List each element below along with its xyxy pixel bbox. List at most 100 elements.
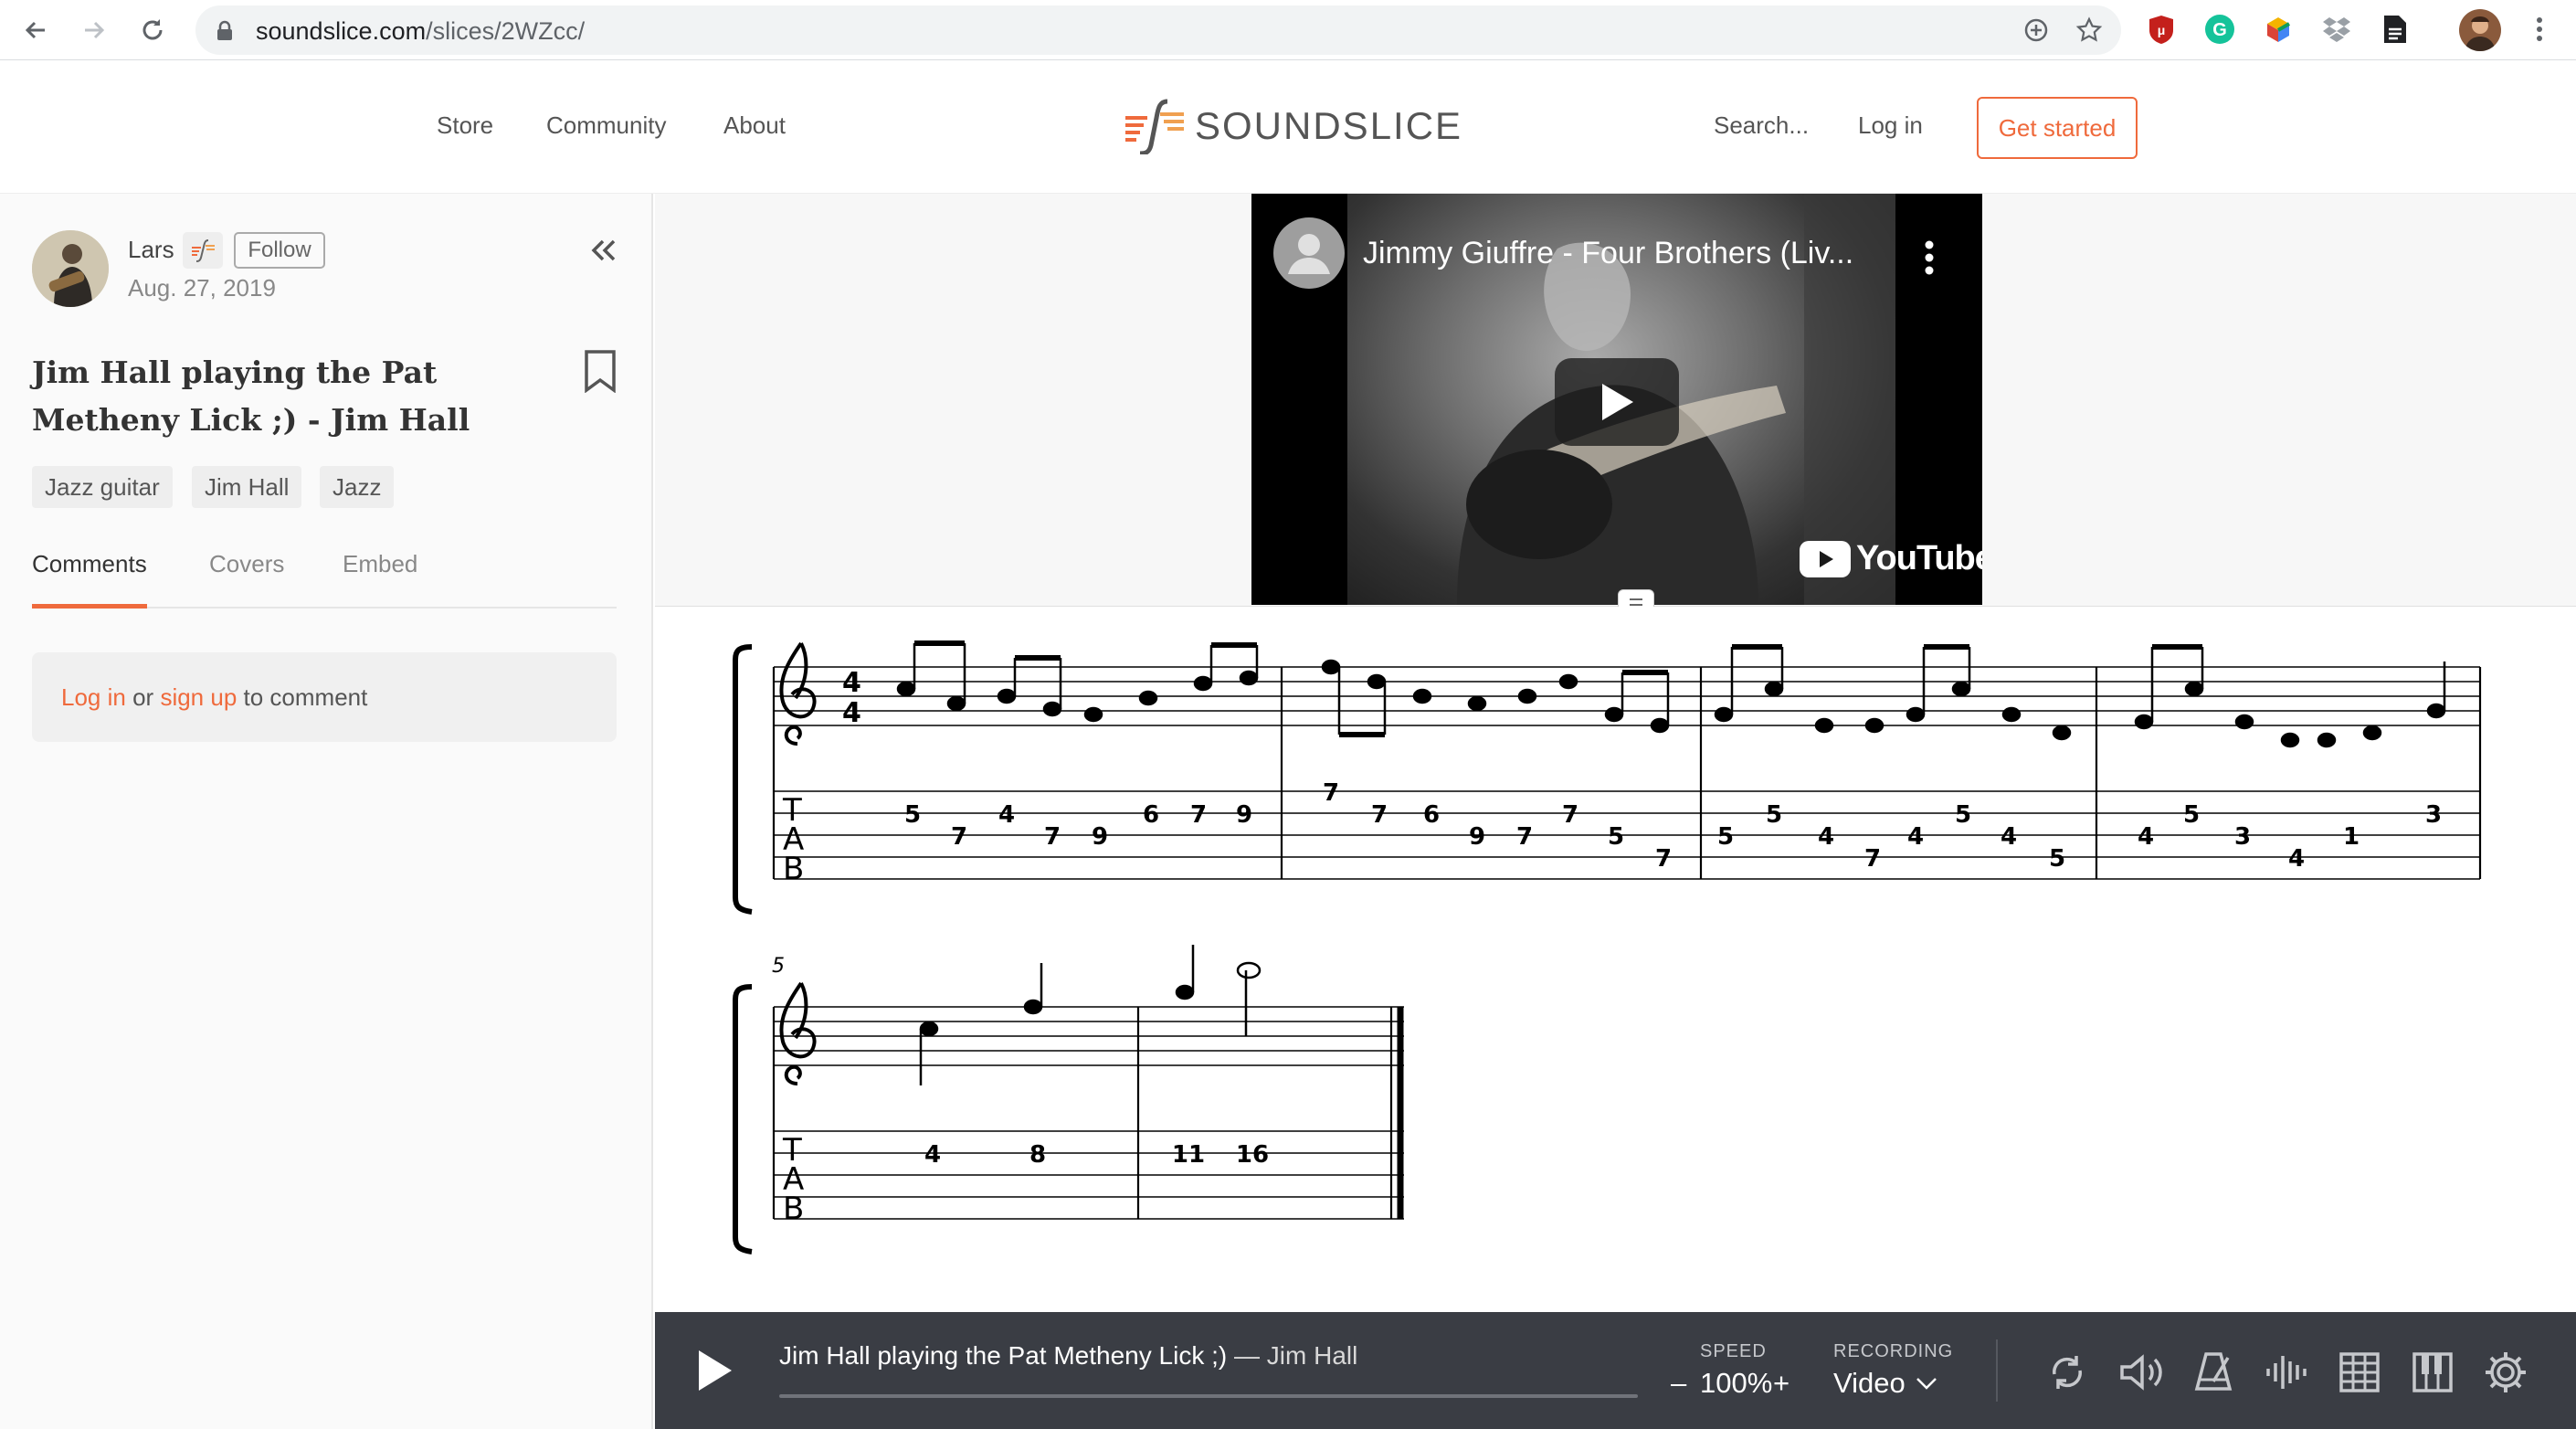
play-icon[interactable] bbox=[695, 1347, 735, 1394]
speed-label: SPEED bbox=[1700, 1341, 1767, 1361]
svg-text:7: 7 bbox=[1516, 823, 1533, 851]
slice-title: Jim Hall playing the Pat Metheny Lick ;)… bbox=[32, 355, 470, 438]
svg-text:11: 11 bbox=[1172, 1141, 1205, 1169]
tab-embed[interactable]: Embed bbox=[343, 550, 417, 607]
speed-plus-button[interactable]: + bbox=[1773, 1367, 1789, 1400]
youtube-wordmark: YouTube bbox=[1856, 539, 1982, 577]
svg-text:5: 5 bbox=[1766, 801, 1782, 829]
video-title[interactable]: Jimmy Giuffre - Four Brothers (Liv... bbox=[1363, 236, 1853, 271]
collapse-sidebar-icon[interactable] bbox=[585, 232, 621, 269]
comment-login-link[interactable]: Log in bbox=[61, 683, 126, 711]
piano-keyboard-icon[interactable] bbox=[2407, 1347, 2458, 1398]
post-date: Aug. 27, 2019 bbox=[128, 274, 276, 302]
bookmark-icon[interactable] bbox=[583, 349, 618, 393]
soundslice-logo[interactable]: SOUNDSLICE bbox=[1124, 97, 1462, 155]
author-name[interactable]: Lars bbox=[128, 236, 174, 264]
svg-text:4: 4 bbox=[842, 697, 861, 729]
speed-value[interactable]: 100% bbox=[1700, 1367, 1772, 1400]
svg-text:7: 7 bbox=[1371, 801, 1388, 829]
ublock-extension-icon[interactable]: μ bbox=[2145, 13, 2178, 46]
soundslice-badge-icon bbox=[183, 232, 223, 269]
speed-minus-button[interactable]: – bbox=[1671, 1367, 1686, 1400]
follow-button[interactable]: Follow bbox=[234, 232, 325, 269]
nav-about[interactable]: About bbox=[723, 111, 786, 140]
notation-score[interactable]: 44 T A B 5 7 4 7 9 6 7 9 7 7 6 9 7 7 5 7… bbox=[655, 607, 2576, 1312]
fretboard-icon[interactable] bbox=[2334, 1347, 2385, 1398]
youtube-logo[interactable]: YouTube bbox=[1800, 539, 1982, 578]
svg-text:5: 5 bbox=[1717, 823, 1734, 851]
comment-or-text: or bbox=[132, 683, 154, 711]
svg-text:B: B bbox=[783, 1191, 804, 1227]
nav-community[interactable]: Community bbox=[546, 111, 666, 140]
tab-covers[interactable]: Covers bbox=[209, 550, 284, 607]
comment-signup-link[interactable]: sign up bbox=[160, 683, 237, 711]
kebab-menu-icon[interactable] bbox=[2523, 13, 2556, 46]
tag-jazz[interactable]: Jazz bbox=[320, 466, 395, 508]
svg-text:4: 4 bbox=[924, 1141, 941, 1169]
site-header: Store Community About SOUNDSLICE Search.… bbox=[0, 60, 2576, 194]
video-more-icon[interactable] bbox=[1924, 239, 1935, 276]
svg-text:7: 7 bbox=[1864, 845, 1881, 873]
colorful-extension-icon[interactable] bbox=[2262, 13, 2295, 46]
svg-text:4: 4 bbox=[1907, 823, 1924, 851]
document-extension-icon[interactable] bbox=[2379, 13, 2412, 46]
svg-text:5: 5 bbox=[1955, 801, 1971, 829]
youtube-video[interactable]: Jimmy Giuffre - Four Brothers (Liv... Yo… bbox=[1251, 194, 1982, 605]
sidebar: Lars Follow Aug. 27, 2019 Jim Hall playi… bbox=[0, 194, 653, 1429]
progress-bar[interactable] bbox=[779, 1394, 1638, 1398]
svg-text:G: G bbox=[2212, 20, 2227, 40]
grammarly-extension-icon[interactable]: G bbox=[2203, 13, 2236, 46]
player-separator: — bbox=[1227, 1341, 1267, 1370]
tab-clef-row2: TAB bbox=[782, 1132, 804, 1227]
author-avatar[interactable] bbox=[32, 230, 109, 307]
get-started-button[interactable]: Get started bbox=[1977, 97, 2138, 159]
loop-icon[interactable] bbox=[2042, 1347, 2093, 1398]
svg-text:4: 4 bbox=[2001, 823, 2017, 851]
treble-clef-icon bbox=[779, 641, 817, 746]
svg-text:μ: μ bbox=[2158, 23, 2166, 37]
nav-store[interactable]: Store bbox=[437, 111, 493, 140]
channel-avatar-icon[interactable] bbox=[1273, 217, 1345, 289]
logo-wordmark: SOUNDSLICE bbox=[1195, 104, 1463, 147]
settings-gear-icon[interactable] bbox=[2480, 1347, 2531, 1398]
chevron-down-icon[interactable] bbox=[1916, 1376, 1937, 1391]
recording-select[interactable]: Video bbox=[1833, 1367, 1906, 1400]
metronome-icon[interactable] bbox=[2188, 1347, 2239, 1398]
svg-text:4: 4 bbox=[842, 667, 861, 699]
install-icon[interactable] bbox=[2022, 16, 2050, 44]
soundslice-logo-icon bbox=[1125, 99, 1184, 154]
search-link[interactable]: Search... bbox=[1714, 111, 1809, 140]
svg-text:7: 7 bbox=[951, 823, 967, 851]
svg-text:5: 5 bbox=[2049, 845, 2065, 873]
svg-text:16: 16 bbox=[1236, 1141, 1269, 1169]
login-link[interactable]: Log in bbox=[1858, 111, 1923, 140]
tab-comments[interactable]: Comments bbox=[32, 550, 147, 609]
notes-row2 bbox=[919, 945, 1262, 1085]
browser-toolbar: soundslice.com/slices/2WZcc/ μ G bbox=[0, 0, 2576, 60]
player-divider bbox=[1996, 1339, 1998, 1402]
profile-avatar-icon[interactable] bbox=[2459, 9, 2501, 51]
tag-jazz-guitar[interactable]: Jazz guitar bbox=[32, 466, 173, 508]
svg-text:9: 9 bbox=[1236, 801, 1252, 829]
address-bar[interactable]: soundslice.com/slices/2WZcc/ bbox=[195, 5, 2121, 55]
video-play-button[interactable] bbox=[1555, 358, 1679, 446]
lock-icon bbox=[217, 20, 232, 40]
waveform-icon[interactable] bbox=[2261, 1347, 2312, 1398]
volume-icon[interactable] bbox=[2115, 1347, 2166, 1398]
svg-text:7: 7 bbox=[1655, 845, 1672, 873]
dropbox-extension-icon[interactable] bbox=[2320, 13, 2353, 46]
tab-numbers-row1: 5 7 4 7 9 6 7 9 7 7 6 9 7 7 5 7 5 5 4 7 … bbox=[904, 779, 2442, 873]
forward-icon[interactable] bbox=[75, 11, 113, 49]
youtube-icon bbox=[1800, 540, 1851, 577]
comment-rest-text: to comment bbox=[243, 683, 368, 711]
back-icon[interactable] bbox=[16, 11, 55, 49]
notes-row1 bbox=[896, 640, 2446, 748]
svg-text:4: 4 bbox=[998, 801, 1015, 829]
system-1 bbox=[733, 644, 2482, 915]
svg-text:4: 4 bbox=[1818, 823, 1834, 851]
star-icon[interactable] bbox=[2075, 16, 2103, 44]
svg-text:7: 7 bbox=[1044, 823, 1061, 851]
svg-text:9: 9 bbox=[1469, 823, 1485, 851]
tag-jim-hall[interactable]: Jim Hall bbox=[192, 466, 302, 508]
reload-icon[interactable] bbox=[133, 11, 172, 49]
